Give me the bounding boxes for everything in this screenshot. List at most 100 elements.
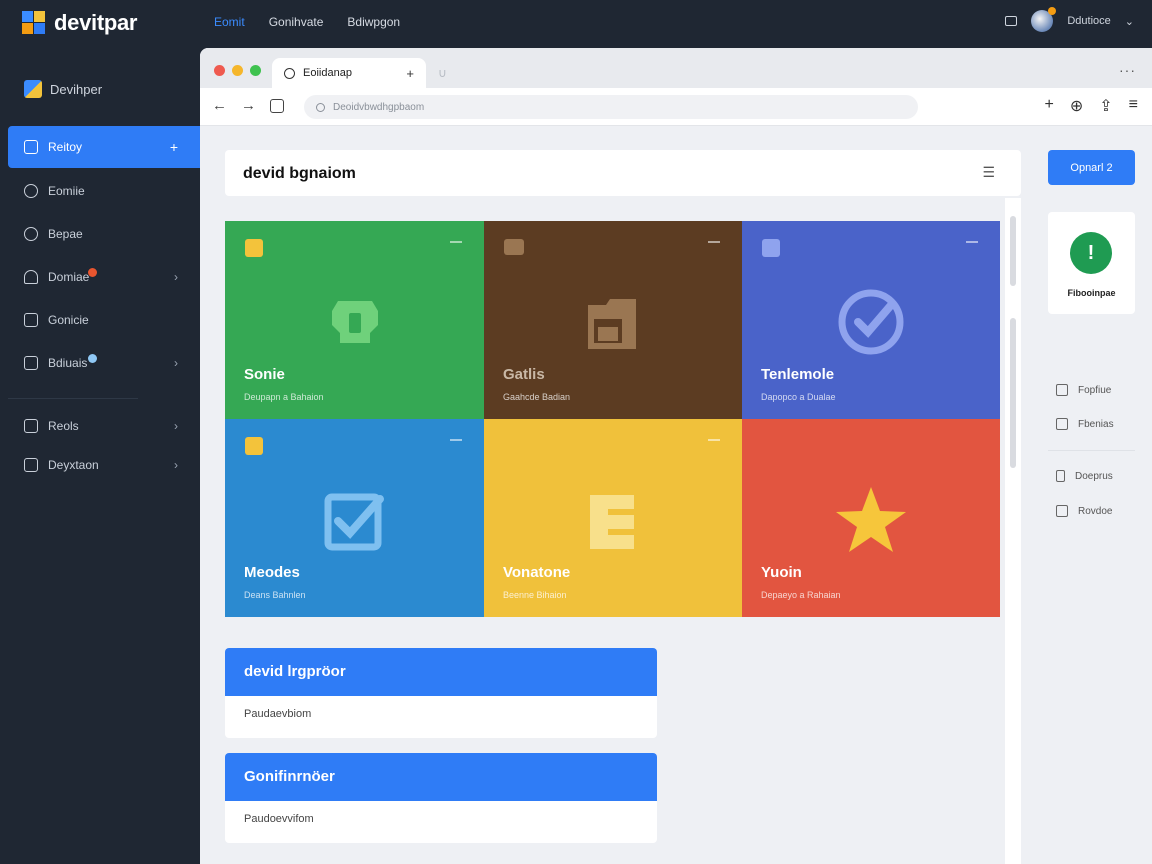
tile-2[interactable]: Tenlemole Dapopco a Dualae xyxy=(742,221,1000,419)
right-link-1[interactable]: Fbenias xyxy=(1056,418,1114,430)
minimize-icon[interactable] xyxy=(708,439,720,441)
tile-badge-icon xyxy=(504,239,524,255)
link-icon xyxy=(21,224,41,244)
sidebar-brand-label: Devihper xyxy=(50,81,103,97)
minimize-icon[interactable] xyxy=(966,241,978,243)
maximize-window-icon[interactable] xyxy=(250,65,261,76)
top-right-controls: Ddutioce ⌄ xyxy=(1005,7,1134,32)
tile-name: Vonatone xyxy=(503,564,571,581)
folder-icon xyxy=(588,299,636,349)
filter-icon[interactable]: ☰ xyxy=(982,164,995,181)
plus-icon[interactable]: + xyxy=(170,139,178,155)
window-controls xyxy=(214,65,261,76)
chevron-right-icon[interactable]: › xyxy=(174,356,178,370)
top-app-bar: devitpar Eomit Gonihvate Bdiwpgon Ddutio… xyxy=(0,0,1152,46)
top-navigation: Eomit Gonihvate Bdiwpgon xyxy=(214,15,400,29)
right-link-2[interactable]: Doeprus xyxy=(1056,470,1113,482)
close-window-icon[interactable] xyxy=(214,65,225,76)
minimize-icon[interactable] xyxy=(450,439,462,441)
tile-3[interactable]: Meodes Deans Bahnlen xyxy=(225,419,484,617)
image-icon xyxy=(24,313,38,327)
scrollbar-thumb[interactable] xyxy=(1010,318,1016,468)
app-logo[interactable]: devitpar xyxy=(22,10,137,36)
status-label: Fibooinpae xyxy=(1067,288,1116,298)
url-text: Deoidvbwdhgpbaom xyxy=(333,101,425,113)
tile-name: Sonie xyxy=(244,366,285,383)
open-button[interactable]: Opnarl 2 xyxy=(1048,150,1135,185)
new-tab-icon[interactable]: ∪ xyxy=(438,66,447,80)
sidebar-brand[interactable]: Devihper xyxy=(24,80,102,98)
inbox-icon xyxy=(24,419,38,433)
tile-badge-icon xyxy=(245,437,263,455)
info-card-0[interactable]: devid lrgpröor Paudaevbiom xyxy=(225,648,657,738)
chevron-down-icon[interactable]: ⌄ xyxy=(1125,15,1134,28)
sidebar-item-5[interactable]: Bdiuais › xyxy=(8,342,200,384)
topnav-item-2[interactable]: Bdiwpgon xyxy=(347,15,400,29)
clipboard-icon xyxy=(24,140,38,154)
sidebar-item-label: Bdiuais xyxy=(48,356,88,370)
sidebar-item-2[interactable]: Bepae xyxy=(8,213,200,255)
info-card-1[interactable]: Gonifinrnöer Paudoevvifom xyxy=(225,753,657,843)
tile-5[interactable]: Yuoin Depaeyo a Rahaian xyxy=(742,419,1000,617)
url-field[interactable]: Deoidvbwdhgpbaom xyxy=(304,95,918,119)
sidebar-item-1[interactable]: Eomiie xyxy=(8,170,200,212)
user-menu-label[interactable]: Ddutioce xyxy=(1067,15,1110,27)
scrollbar[interactable] xyxy=(1005,198,1021,864)
page-title: devid bgnaiom xyxy=(243,165,356,182)
address-bar: ← → Deoidvbwdhgpbaom + ⊕ ⇪ ≡ xyxy=(200,88,1152,126)
more-icon[interactable]: ··· xyxy=(1119,62,1136,78)
tile-0[interactable]: Sonie Deupapn a Bahaion xyxy=(225,221,484,419)
topnav-item-0[interactable]: Eomit xyxy=(214,15,245,29)
back-icon[interactable]: ← xyxy=(212,97,227,114)
edit-icon xyxy=(24,184,38,198)
info-card-title: Gonifinrnöer xyxy=(225,753,657,801)
tile-4[interactable]: Vonatone Beenne Bihaion xyxy=(484,419,742,617)
add-icon[interactable]: + xyxy=(1045,96,1054,116)
globe-icon xyxy=(284,67,295,79)
sidebar-divider xyxy=(8,398,138,399)
sidebar-item-label: Reols xyxy=(48,419,79,433)
sidebar: Devihper Reitoy + Eomiie Bepae Domiae › … xyxy=(0,46,200,864)
tile-subtitle: Gaahcde Badian xyxy=(503,392,571,402)
scrollbar-thumb[interactable] xyxy=(1010,216,1016,286)
info-card-body: Paudoevvifom xyxy=(244,813,314,825)
star-icon xyxy=(836,487,906,552)
browser-tab[interactable]: Eoiidanap + xyxy=(272,58,426,88)
topnav-item-1[interactable]: Gonihvate xyxy=(269,15,324,29)
sidebar-item-3[interactable]: Domiae › xyxy=(8,256,200,298)
add-circle-icon[interactable]: ⊕ xyxy=(1070,96,1083,116)
chat-icon xyxy=(24,458,38,472)
minimize-icon[interactable] xyxy=(708,241,720,243)
notification-dot xyxy=(88,268,97,277)
minimize-window-icon[interactable] xyxy=(232,65,243,76)
status-card[interactable]: ! Fibooinpae xyxy=(1048,212,1135,314)
chevron-right-icon[interactable]: › xyxy=(174,270,178,284)
home-icon[interactable] xyxy=(270,99,284,113)
right-link-label: Fbenias xyxy=(1078,418,1114,430)
app-name: devitpar xyxy=(54,10,138,35)
right-link-0[interactable]: Fopfiue xyxy=(1056,384,1111,396)
bookmark-icon xyxy=(1056,470,1065,482)
right-panel-divider xyxy=(1048,450,1135,451)
forward-icon[interactable]: → xyxy=(241,97,256,114)
sidebar-item-0[interactable]: Reitoy + xyxy=(8,126,200,168)
share-icon[interactable]: ⇪ xyxy=(1099,96,1112,116)
hamburger-menu-icon[interactable]: ≡ xyxy=(1129,96,1138,116)
chevron-right-icon[interactable]: › xyxy=(174,458,178,472)
browser-window: Eoiidanap + ∪ ··· ← → Deoidvbwdhgpbaom +… xyxy=(200,48,1152,864)
window-icon[interactable] xyxy=(1005,16,1018,26)
sidebar-item-6[interactable]: Reols › xyxy=(8,405,200,447)
avatar[interactable] xyxy=(1031,7,1057,32)
tile-name: Tenlemole xyxy=(761,366,835,383)
sidebar-item-4[interactable]: Gonicie xyxy=(8,299,200,341)
close-tab-icon[interactable]: + xyxy=(406,66,414,81)
sidebar-item-7[interactable]: Deyxtaon › xyxy=(8,444,200,486)
tile-subtitle: Deupapn a Bahaion xyxy=(244,392,324,402)
tile-name: Yuoin xyxy=(761,564,802,581)
logo-icon xyxy=(22,11,46,35)
right-link-3[interactable]: Rovdoe xyxy=(1056,505,1112,517)
tile-1[interactable]: Gatlis Gaahcde Badian xyxy=(484,221,742,419)
minimize-icon[interactable] xyxy=(450,241,462,243)
sidebar-item-label: Domiae xyxy=(48,270,90,284)
chevron-right-icon[interactable]: › xyxy=(174,419,178,433)
